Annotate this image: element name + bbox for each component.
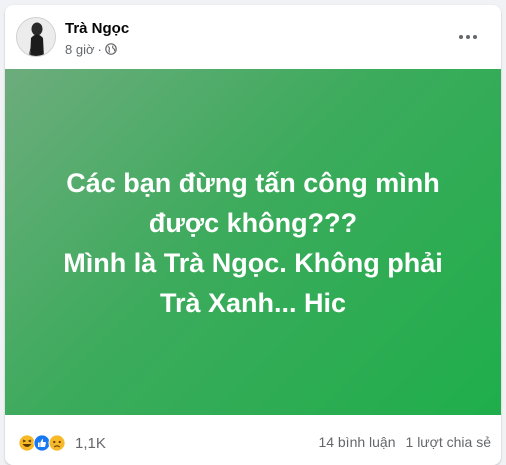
- post-header: Trà Ngọc 8 giờ ·: [5, 5, 501, 69]
- comments-link[interactable]: 14 bình luận: [318, 434, 395, 450]
- shares-link[interactable]: 1 lượt chia sẻ: [406, 434, 491, 450]
- avatar-photo: [17, 18, 55, 56]
- post-footer: 1,1K 14 bình luận 1 lượt chia sẻ: [5, 415, 501, 465]
- banner-line: Mình là Trà Ngọc. Không phải: [63, 248, 443, 278]
- sad-icon: [48, 434, 66, 452]
- author-name[interactable]: Trà Ngọc: [65, 20, 129, 37]
- banner-line: Trà Xanh... Hic: [159, 288, 347, 318]
- banner-line: Các bạn đừng tấn công mình: [66, 168, 440, 198]
- reaction-summary[interactable]: 1,1K: [18, 433, 106, 453]
- post-time[interactable]: 8 giờ: [65, 42, 95, 57]
- more-options-button[interactable]: [452, 21, 484, 53]
- post-meta: 8 giờ ·: [65, 41, 117, 57]
- meta-separator: ·: [97, 41, 102, 57]
- author-avatar[interactable]: [16, 17, 56, 57]
- banner-line: được không???: [148, 208, 358, 238]
- post-card: Trà Ngọc 8 giờ · Các bạn đừng tấn công m…: [5, 5, 501, 465]
- banner-text: Các bạn đừng tấn công mình được không???…: [33, 163, 473, 323]
- globe-icon[interactable]: [105, 43, 117, 55]
- engagement-stats: 14 bình luận 1 lượt chia sẻ: [318, 434, 491, 450]
- text-banner: Các bạn đừng tấn công mình được không???…: [5, 69, 501, 415]
- more-dots-icon: [459, 35, 477, 39]
- reaction-count: 1,1K: [75, 434, 106, 452]
